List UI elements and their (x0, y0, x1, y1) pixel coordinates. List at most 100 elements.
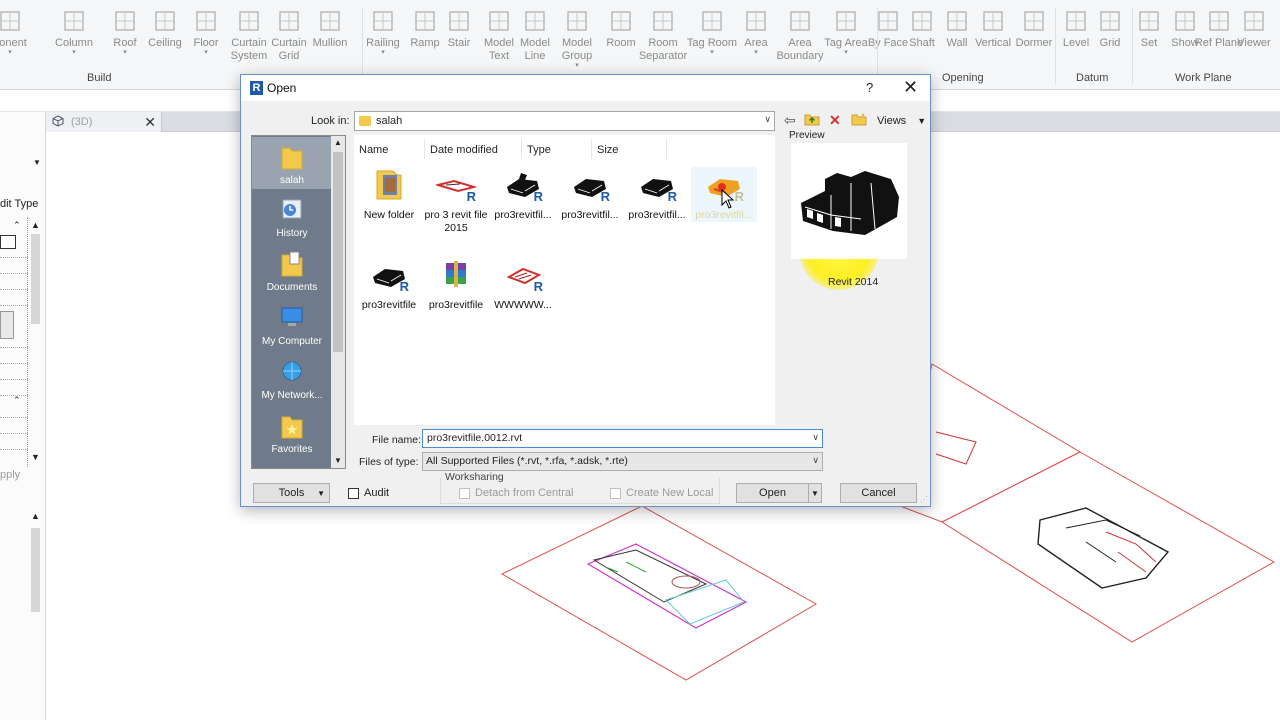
revit-file-icon: R (637, 167, 677, 203)
detach-from-central-checkbox[interactable]: Detach from Central (459, 487, 573, 499)
open-options-button[interactable]: ▼ (808, 483, 822, 503)
column-header-name[interactable]: Name (359, 144, 388, 156)
collapse-icon[interactable]: ⌃ (13, 395, 21, 406)
file-name: pro3revitfile (361, 299, 417, 311)
views-label: Views (877, 115, 907, 127)
file-list: Name Date modified Type Size New folder … (354, 135, 879, 425)
ribbon-tool-icon (276, 8, 302, 34)
file-name: WWWWW... (494, 299, 552, 311)
file-item[interactable]: R pro3revitfil... (490, 167, 556, 222)
ribbon-tool-ponent[interactable]: ponent▾ (0, 8, 36, 56)
place-label: Documents (266, 282, 318, 293)
audit-checkbox[interactable]: Audit (348, 487, 389, 499)
ribbon-tool-label: Viewer (1237, 37, 1271, 49)
place-label: My Network... (261, 390, 323, 401)
collapse-icon[interactable]: ⌃ (13, 220, 21, 231)
place-my-network[interactable]: My Network... (252, 358, 332, 401)
property-field[interactable] (0, 311, 14, 339)
back-icon[interactable]: ⇦ (784, 112, 796, 129)
mouse-cursor-icon (721, 189, 735, 209)
ribbon-tool-room-separator[interactable]: Room Separator (637, 8, 689, 63)
floor-plan-lines (1105, 531, 1157, 573)
plan-sheet (940, 451, 1276, 643)
ribbon-tool-icon (112, 8, 138, 34)
column-header-date-modified[interactable]: Date modified (430, 144, 498, 156)
scroll-up-icon[interactable]: ▲ (31, 511, 40, 521)
close-dialog-button[interactable]: ✕ (903, 77, 918, 98)
scroll-down-icon[interactable]: ▼ (334, 456, 342, 465)
chevron-down-icon[interactable]: ▼ (33, 158, 41, 167)
file-item[interactable]: R pro3revitfil... (624, 167, 690, 222)
chevron-down-icon: ▾ (204, 49, 208, 56)
place-my-computer[interactable]: My Computer (252, 304, 332, 347)
look-in-dropdown[interactable]: salah ∨ (354, 111, 775, 131)
look-in-label: Look in: (311, 115, 350, 127)
ribbon-tool-viewer[interactable]: Viewer (1228, 8, 1280, 50)
ribbon-tool-column[interactable]: Column ▾ (48, 8, 100, 56)
revit-file-icon: R (503, 167, 543, 203)
ribbon-tool-icon (236, 8, 262, 34)
tools-button[interactable]: Tools ▼ (253, 483, 330, 503)
edit-type-label[interactable]: dit Type (0, 198, 38, 210)
place-label: Favorites (271, 444, 313, 455)
scrollbar-thumb[interactable] (31, 234, 40, 324)
file-item[interactable]: pro3revitfile (423, 257, 489, 312)
chevron-down-icon[interactable]: ∨ (812, 432, 819, 443)
ribbon-tool-icon (608, 8, 634, 34)
help-button[interactable]: ? (866, 80, 873, 95)
chevron-down-icon: ∨ (764, 114, 771, 124)
checkbox-box[interactable] (348, 487, 359, 499)
open-dialog: R Open ? ✕ Look in: salah ∨ ⇦ ✕ Views ▼ … (240, 74, 931, 507)
scroll-down-icon[interactable]: ▼ (31, 452, 40, 462)
new-folder-icon[interactable] (851, 112, 867, 129)
file-item[interactable]: R pro 3 revit file 2015 (423, 167, 489, 235)
place-favorites[interactable]: Favorites (252, 412, 332, 455)
ribbon-tool-icon (699, 8, 725, 34)
file-name-input[interactable]: pro3revitfile.0012.rvt ∨ (422, 429, 823, 448)
place-salah[interactable]: salah (252, 137, 332, 189)
place-history[interactable]: History (252, 196, 332, 239)
chevron-down-icon: ▾ (8, 49, 12, 56)
resize-grip-icon[interactable]: ⋰ (920, 495, 928, 504)
apply-button[interactable]: pply (0, 469, 20, 481)
scroll-up-icon[interactable]: ▲ (334, 138, 342, 147)
file-item[interactable]: R pro3revitfile (356, 257, 422, 312)
close-tab-icon[interactable]: ✕ (144, 114, 156, 131)
ribbon-tool-icon (446, 8, 472, 34)
delete-icon[interactable]: ✕ (829, 112, 841, 129)
chevron-down-icon: ▾ (575, 62, 579, 69)
up-folder-icon[interactable] (804, 112, 820, 129)
column-header-type[interactable]: Type (527, 144, 551, 156)
file-item[interactable]: R pro3revitfil... (557, 167, 623, 222)
ribbon-tool-icon (743, 8, 769, 34)
scroll-up-icon[interactable]: ▲ (31, 220, 40, 230)
file-name: pro3revitfil... (494, 209, 552, 221)
files-of-type-select[interactable]: All Supported Files (*.rvt, *.rfa, *.ads… (422, 452, 823, 471)
floor-plan-lines (592, 549, 708, 603)
file-item[interactable]: R WWWWW... (490, 257, 556, 312)
checkbox-box[interactable] (459, 487, 470, 499)
tab-3d-view[interactable]: (3D) ✕ (46, 112, 162, 132)
places-scrollbar[interactable]: ▲ ▼ (331, 136, 345, 468)
views-menu[interactable]: Views ▼ (877, 115, 926, 127)
scrollbar-thumb[interactable] (333, 152, 343, 352)
place-documents[interactable]: Documents (252, 250, 332, 293)
checkbox-box[interactable] (610, 487, 621, 499)
property-field[interactable] (0, 235, 16, 249)
network-icon (282, 361, 302, 381)
file-name: pro3revitfil... (628, 209, 686, 221)
cancel-button[interactable]: Cancel (840, 483, 917, 503)
preview-label: Preview (789, 130, 825, 141)
revit-file-icon: R (369, 257, 409, 293)
chevron-down-icon: ▾ (381, 49, 385, 56)
file-name: pro3revitfil... (561, 209, 619, 221)
cancel-label: Cancel (861, 487, 896, 499)
file-item[interactable]: New folder (356, 167, 422, 222)
scrollbar-thumb[interactable] (31, 528, 40, 612)
create-new-local-checkbox[interactable]: Create New Local (610, 487, 713, 499)
ribbon-tool-mullion[interactable]: Mullion (304, 8, 356, 50)
column-header-size[interactable]: Size (597, 144, 618, 156)
tools-label: Tools (278, 487, 305, 499)
ribbon-tool-area-boundary[interactable]: Area Boundary (774, 8, 826, 63)
open-button[interactable]: Open (736, 483, 809, 503)
